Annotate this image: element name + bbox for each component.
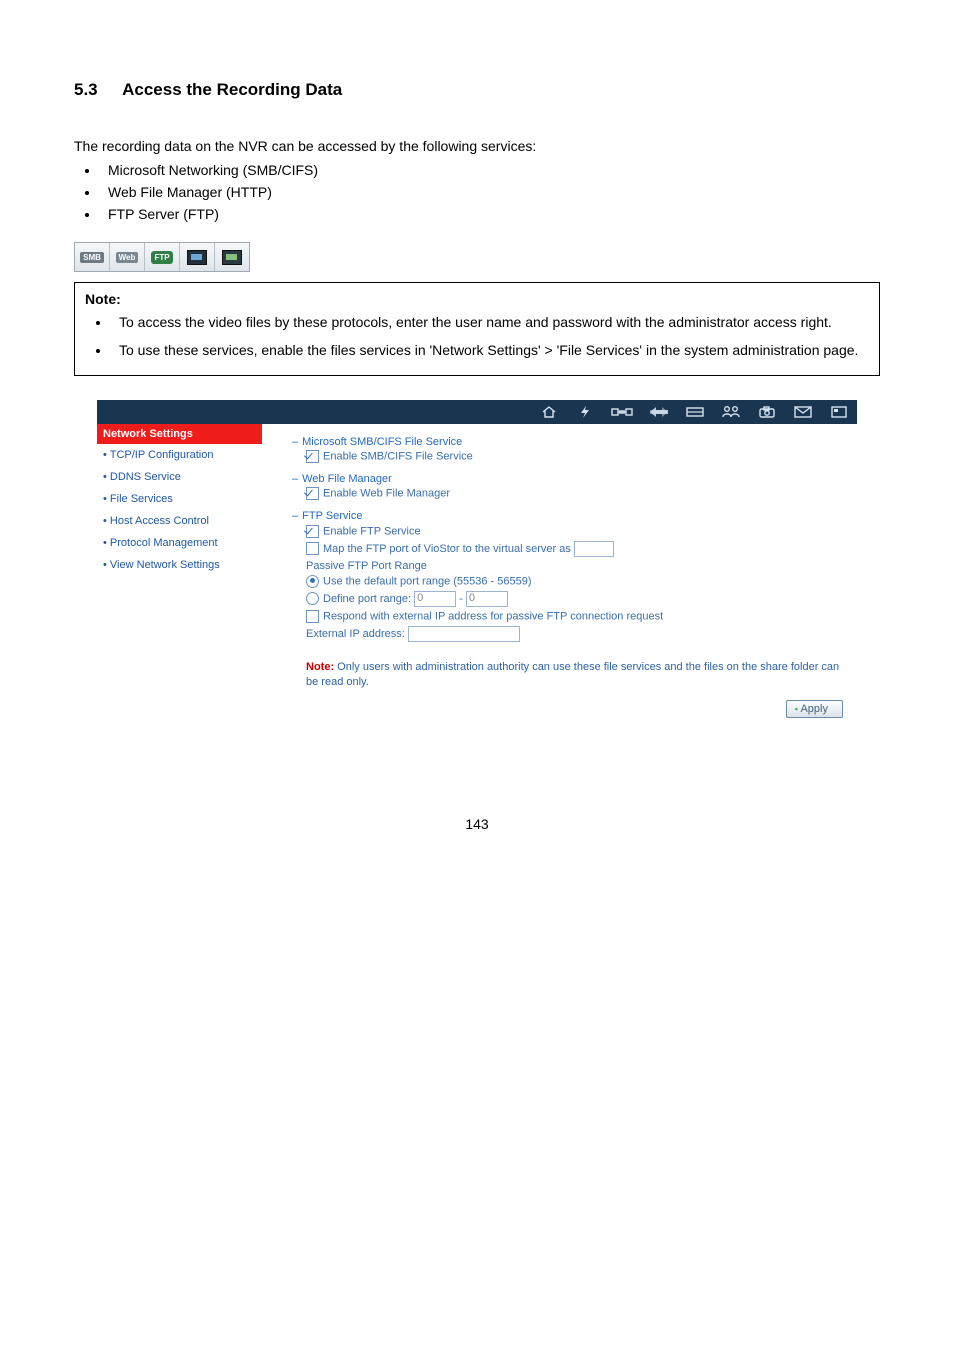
sidebar-item-ddns[interactable]: DDNS Service xyxy=(97,466,262,488)
service-item: FTP Server (FTP) xyxy=(100,206,880,222)
footnote-label: Note: xyxy=(306,661,334,673)
protocol-icon-bar: SMB Web FTP xyxy=(74,242,250,272)
ftp-map-label: Map the FTP port of VioStor to the virtu… xyxy=(323,543,571,555)
sidebar-item-tcpip[interactable]: TCP/IP Configuration xyxy=(97,444,262,466)
service-item: Microsoft Networking (SMB/CIFS) xyxy=(100,162,880,178)
wfm-enable-checkbox[interactable] xyxy=(306,487,319,500)
define-range-label: Define port range: xyxy=(323,593,411,605)
sidebar-item-protocol[interactable]: Protocol Management xyxy=(97,532,262,554)
ftp-group-title: –FTP Service xyxy=(292,510,843,522)
ftp-enable-label: Enable FTP Service xyxy=(323,525,421,537)
admin-toolbar xyxy=(97,400,857,424)
note-label: Note: xyxy=(85,291,121,307)
monitor-icon xyxy=(215,243,249,271)
network-range-icon[interactable] xyxy=(611,405,633,419)
home-icon[interactable] xyxy=(539,405,559,419)
page-number: 143 xyxy=(74,816,880,832)
lightning-icon[interactable] xyxy=(575,405,595,419)
wfm-group-title: –Web File Manager xyxy=(292,473,843,485)
sidebar-item-host[interactable]: Host Access Control xyxy=(97,510,262,532)
smb-group-title: –Microsoft SMB/CIFS File Service xyxy=(292,436,843,448)
wfm-enable-label: Enable Web File Manager xyxy=(323,487,450,499)
define-range-radio[interactable] xyxy=(306,592,319,605)
smb-enable-checkbox[interactable] xyxy=(306,450,319,463)
admin-main: –Microsoft SMB/CIFS File Service Enable … xyxy=(262,424,857,727)
note-item: To access the video files by these proto… xyxy=(111,311,869,335)
sidebar-item-view[interactable]: View Network Settings xyxy=(97,554,262,576)
apply-button[interactable]: Apply xyxy=(786,700,843,718)
default-range-radio[interactable] xyxy=(306,575,319,588)
ftp-icon: FTP xyxy=(145,243,180,271)
tv-icon xyxy=(180,243,215,271)
camera-icon[interactable] xyxy=(757,406,777,418)
range-to-input[interactable]: 0 xyxy=(466,591,508,607)
section-title: Access the Recording Data xyxy=(122,80,342,99)
admin-panel: Network Settings TCP/IP Configuration DD… xyxy=(97,400,857,727)
ftp-map-checkbox[interactable] xyxy=(306,542,319,555)
services-list: Microsoft Networking (SMB/CIFS) Web File… xyxy=(74,162,880,222)
ftp-respond-checkbox[interactable] xyxy=(306,610,319,623)
smb-enable-label: Enable SMB/CIFS File Service xyxy=(323,450,473,462)
service-item: Web File Manager (HTTP) xyxy=(100,184,880,200)
footnote-text: Only users with administration authority… xyxy=(306,661,839,688)
smb-icon: SMB xyxy=(75,243,110,271)
section-heading: 5.3 Access the Recording Data xyxy=(74,80,880,100)
admin-footnote: Note: Only users with administration aut… xyxy=(306,660,843,691)
intro-text: The recording data on the NVR can be acc… xyxy=(74,138,880,154)
range-from-input[interactable]: 0 xyxy=(414,591,456,607)
default-range-label: Use the default port range (55536 - 5655… xyxy=(323,575,532,587)
device-icon[interactable] xyxy=(829,406,849,418)
note-item: To use these services, enable the files … xyxy=(111,339,869,363)
users-icon[interactable] xyxy=(721,405,741,419)
ext-ip-input[interactable] xyxy=(408,626,520,642)
note-box: Note: To access the video files by these… xyxy=(74,282,880,376)
sidebar-header: Network Settings xyxy=(97,424,262,444)
admin-sidebar: Network Settings TCP/IP Configuration DD… xyxy=(97,424,262,727)
ftp-respond-label: Respond with external IP address for pas… xyxy=(323,610,663,622)
transfer-icon[interactable] xyxy=(649,406,669,418)
ftp-enable-checkbox[interactable] xyxy=(306,525,319,538)
sidebar-item-file[interactable]: File Services xyxy=(97,488,262,510)
ftp-map-port-input[interactable] xyxy=(574,541,614,557)
ext-ip-label: External IP address: xyxy=(306,628,405,640)
mail-icon[interactable] xyxy=(793,406,813,418)
section-number: 5.3 xyxy=(74,80,118,100)
web-icon: Web xyxy=(110,243,145,271)
passive-title: Passive FTP Port Range xyxy=(306,560,843,572)
drive-icon[interactable] xyxy=(685,406,705,418)
